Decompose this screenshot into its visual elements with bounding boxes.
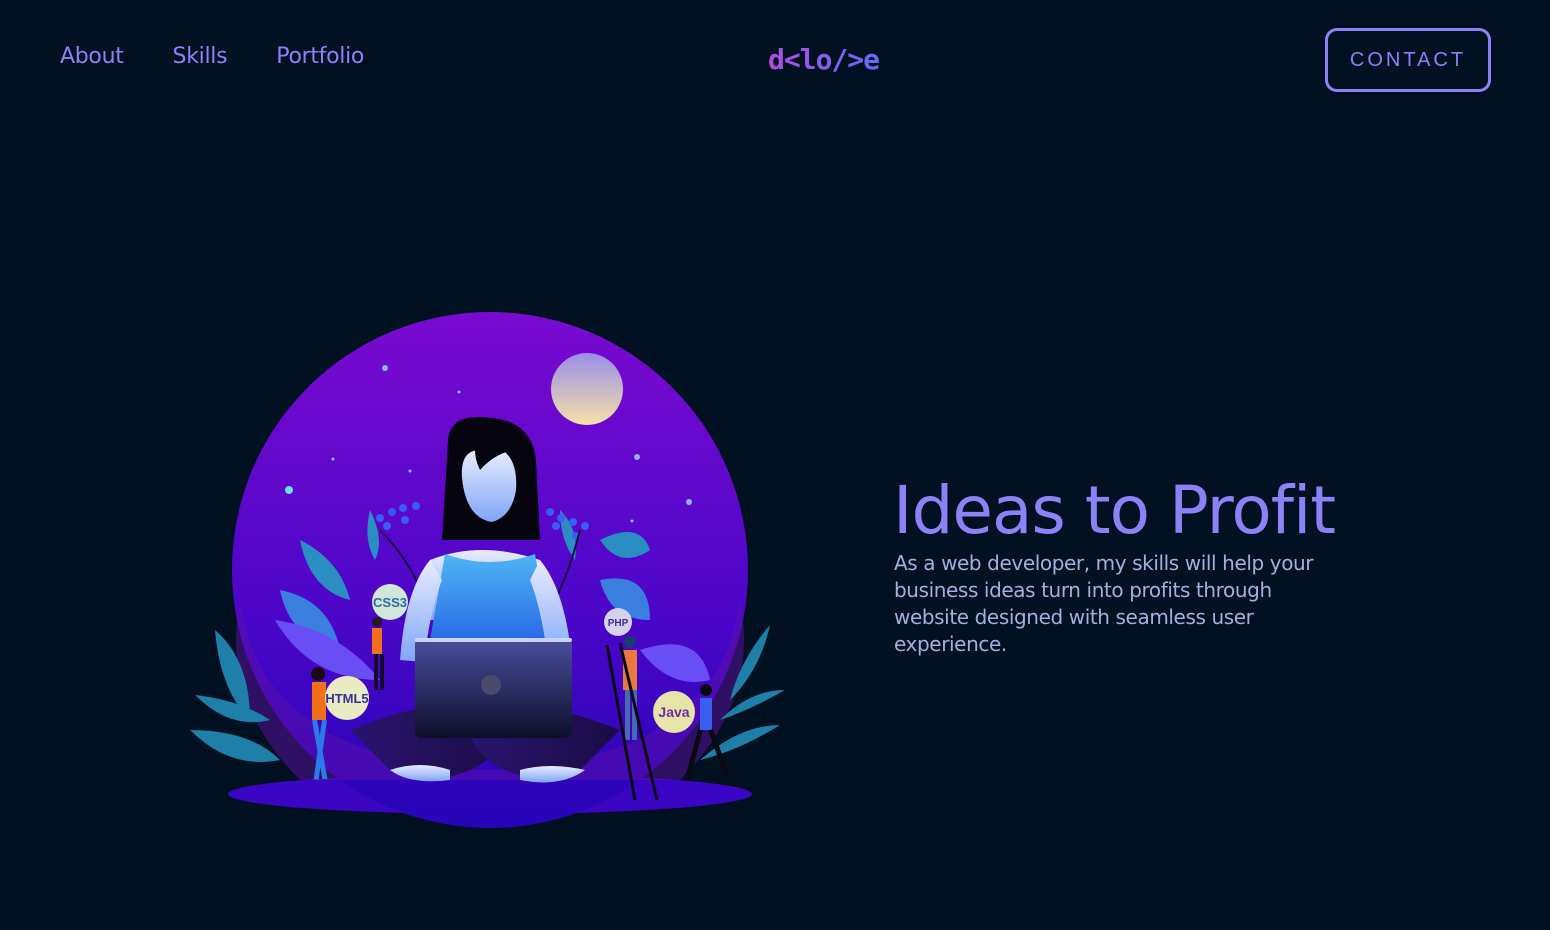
- svg-text:CSS3: CSS3: [373, 595, 407, 610]
- hero-description: As a web developer, my skills will help …: [894, 551, 1314, 656]
- laptop-graphic: [415, 638, 572, 738]
- hero-title: Ideas to Profit: [893, 472, 1336, 549]
- badge-html5: HTML5: [325, 676, 369, 720]
- svg-text:PHP: PHP: [608, 618, 629, 629]
- nav-link-portfolio[interactable]: Portfolio: [276, 44, 364, 69]
- svg-text:Java: Java: [658, 704, 689, 720]
- badge-css3: CSS3: [372, 584, 408, 620]
- badge-java: Java: [653, 691, 695, 733]
- logo-text-graphic: d<lo/>e: [768, 43, 880, 76]
- nav-link-skills[interactable]: Skills: [173, 44, 228, 69]
- site-logo[interactable]: d<lo/>e: [768, 42, 898, 85]
- hero-illustration: CSS3 PHP HTML5 Java: [190, 312, 785, 828]
- contact-button[interactable]: CONTACT: [1325, 28, 1491, 92]
- main-nav: About Skills Portfolio: [60, 44, 413, 69]
- nav-link-about[interactable]: About: [60, 44, 124, 69]
- logo-text: d<lo/>e: [768, 43, 879, 76]
- badge-php: PHP: [604, 608, 632, 636]
- svg-text:HTML5: HTML5: [325, 691, 368, 706]
- moon-shape: [551, 353, 623, 425]
